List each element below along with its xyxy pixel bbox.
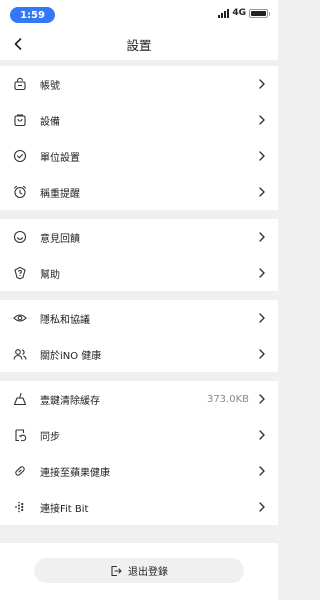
settings-item-label: 稱重提醒 [40, 188, 80, 200]
back-button[interactable] [8, 34, 28, 54]
settings-item-clear-cache[interactable]: 壹鍵清除緩存 373.0KB [0, 381, 278, 417]
cache-size: 373.0KB [206, 393, 249, 405]
chevron-left-icon [14, 38, 22, 50]
settings-item-label: 同步 [40, 431, 60, 443]
eye-icon [13, 311, 27, 325]
nav-bar: 設置 [0, 28, 278, 60]
chevron-right-icon [258, 466, 266, 476]
status-time: 1:59 [10, 7, 55, 23]
check-circle-icon [13, 149, 27, 163]
settings-group-support: 意見回饋 幫助 [0, 219, 278, 291]
shield-question-icon [13, 266, 27, 280]
settings-item-label: 帳號 [40, 80, 60, 92]
settings-item-label: 關於iNO 健康 [40, 350, 102, 362]
broom-icon [13, 392, 27, 406]
chevron-right-icon [258, 151, 266, 161]
settings-item-feedback[interactable]: 意見回饋 [0, 219, 278, 255]
chevron-right-icon [258, 187, 266, 197]
network-type: 4G [232, 8, 246, 18]
settings-item-label: 幫助 [40, 269, 60, 281]
settings-item-device[interactable]: 設備 [0, 102, 278, 138]
chevron-right-icon [258, 115, 266, 125]
settings-item-label: 單位設置 [40, 152, 80, 164]
signal-icon [218, 8, 230, 18]
settings-item-about[interactable]: 關於iNO 健康 [0, 336, 278, 372]
smile-icon [13, 230, 27, 244]
chevron-right-icon [258, 79, 266, 89]
chevron-right-icon [258, 502, 266, 512]
settings-item-fitbit[interactable]: 連接Fit Bit [0, 489, 278, 525]
logout-icon [111, 565, 122, 576]
logout-label: 退出登錄 [128, 567, 168, 578]
settings-item-help[interactable]: 幫助 [0, 255, 278, 291]
sync-icon [13, 428, 27, 442]
chevron-right-icon [258, 349, 266, 359]
settings-item-label: 連接至蘋果健康 [40, 467, 110, 479]
settings-item-label: 隱私和協議 [40, 314, 90, 326]
alarm-clock-icon [13, 185, 27, 199]
settings-item-weigh-reminder[interactable]: 稱重提醒 [0, 174, 278, 210]
settings-group-about: 隱私和協議 關於iNO 健康 [0, 300, 278, 372]
settings-item-sync[interactable]: 同步 [0, 417, 278, 453]
bag-icon [13, 113, 27, 127]
settings-item-apple-health[interactable]: 連接至蘋果健康 [0, 453, 278, 489]
settings-item-label: 意見回饋 [40, 233, 80, 245]
logout-button[interactable]: 退出登錄 [34, 558, 244, 583]
settings-item-label: 設備 [40, 116, 60, 128]
settings-item-account[interactable]: 帳號 [0, 66, 278, 102]
settings-item-label: 壹鍵清除緩存 [40, 395, 100, 407]
settings-item-units[interactable]: 單位設置 [0, 138, 278, 174]
status-indicators: 4G [218, 8, 270, 18]
settings-item-privacy[interactable]: 隱私和協議 [0, 300, 278, 336]
page-title: 設置 [126, 37, 152, 53]
chevron-right-icon [258, 430, 266, 440]
users-icon [13, 347, 27, 361]
settings-group-data: 壹鍵清除緩存 373.0KB 同步 連接至蘋果健康 連接Fit Bit [0, 381, 278, 525]
chevron-right-icon [258, 232, 266, 242]
lock-icon [13, 77, 27, 91]
chevron-right-icon [258, 394, 266, 404]
status-bar: 1:59 4G [0, 0, 278, 28]
fitbit-icon [13, 500, 27, 514]
chevron-right-icon [258, 268, 266, 278]
link-icon [13, 464, 27, 478]
settings-group-account: 帳號 設備 單位設置 稱重提醒 [0, 66, 278, 210]
chevron-right-icon [258, 313, 266, 323]
battery-icon [249, 8, 270, 18]
settings-item-label: 連接Fit Bit [40, 503, 89, 515]
